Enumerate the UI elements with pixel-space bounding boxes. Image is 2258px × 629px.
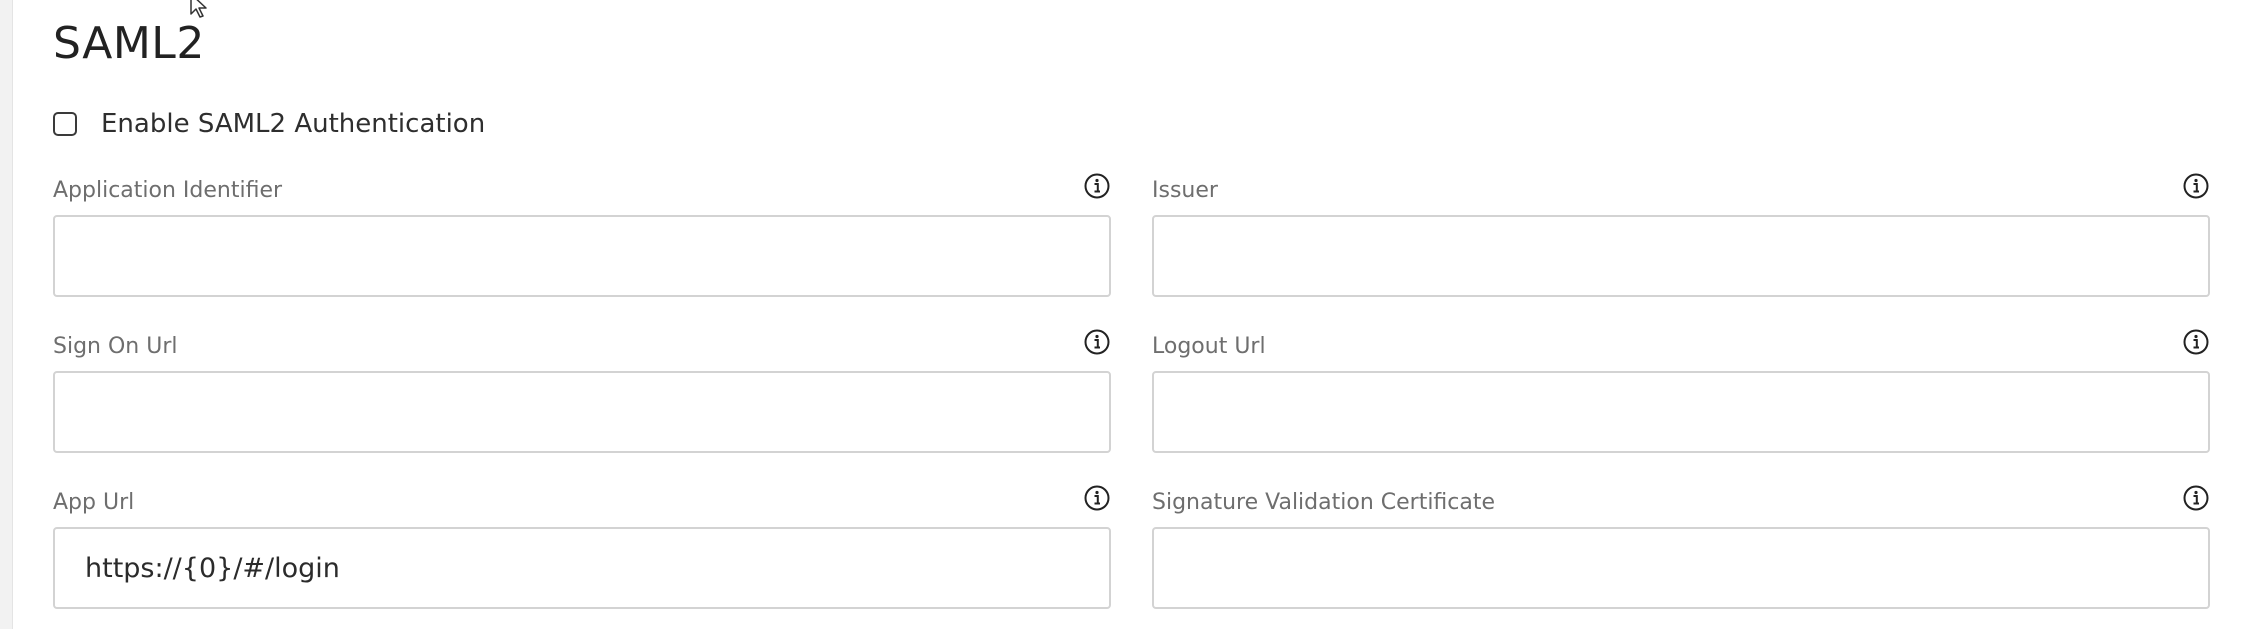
info-icon[interactable] xyxy=(2182,172,2210,200)
saml2-settings-panel: SAML2 Enable SAML2 Authentication Applic… xyxy=(12,0,2258,629)
issuer-label: Issuer xyxy=(1152,178,1218,203)
mouse-pointer-icon xyxy=(190,0,207,18)
signature-validation-certificate-input[interactable] xyxy=(1152,527,2210,609)
logout-url-label: Logout Url xyxy=(1152,334,1266,359)
sign-on-url-label: Sign On Url xyxy=(53,334,178,359)
app-url-label: App Url xyxy=(53,490,135,515)
page-title: SAML2 xyxy=(53,18,205,69)
info-icon[interactable] xyxy=(2182,328,2210,356)
issuer-input[interactable] xyxy=(1152,215,2210,297)
info-icon[interactable] xyxy=(1083,172,1111,200)
application-identifier-input[interactable] xyxy=(53,215,1111,297)
info-icon[interactable] xyxy=(2182,484,2210,512)
info-icon[interactable] xyxy=(1083,328,1111,356)
enable-saml2-label[interactable]: Enable SAML2 Authentication xyxy=(101,109,485,139)
signature-validation-certificate-label: Signature Validation Certificate xyxy=(1152,490,1496,515)
logout-url-input[interactable] xyxy=(1152,371,2210,453)
enable-saml2-checkbox[interactable] xyxy=(53,112,77,136)
app-url-input[interactable] xyxy=(53,527,1111,609)
info-icon[interactable] xyxy=(1083,484,1111,512)
enable-saml2-row[interactable]: Enable SAML2 Authentication xyxy=(53,109,485,139)
sign-on-url-input[interactable] xyxy=(53,371,1111,453)
application-identifier-label: Application Identifier xyxy=(53,178,283,203)
